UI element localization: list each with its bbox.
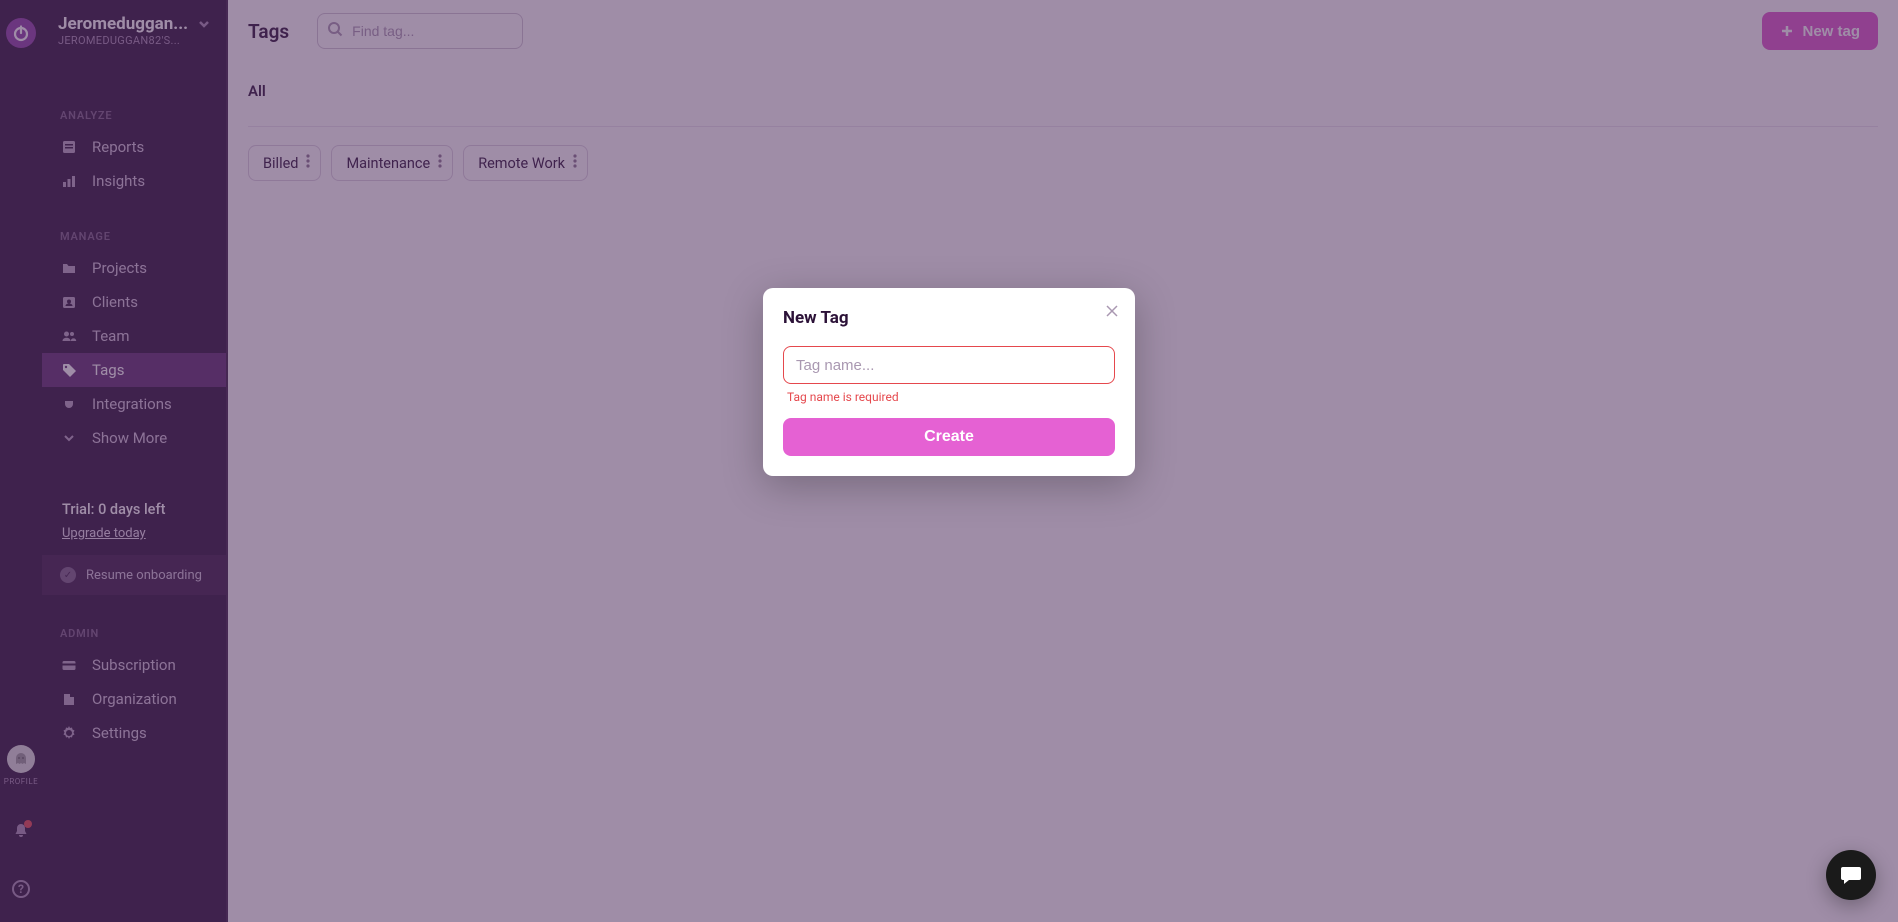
create-button[interactable]: Create [783,418,1115,456]
chat-button[interactable] [1826,850,1876,900]
modal-overlay[interactable]: New Tag Tag name is required Create [0,0,1898,922]
chat-icon [1838,862,1864,888]
close-icon [1106,305,1118,317]
tag-name-error: Tag name is required [787,390,1115,404]
tag-name-input[interactable] [783,346,1115,384]
modal-close-button[interactable] [1103,302,1121,320]
new-tag-modal: New Tag Tag name is required Create [763,288,1135,476]
modal-title: New Tag [783,308,1115,328]
